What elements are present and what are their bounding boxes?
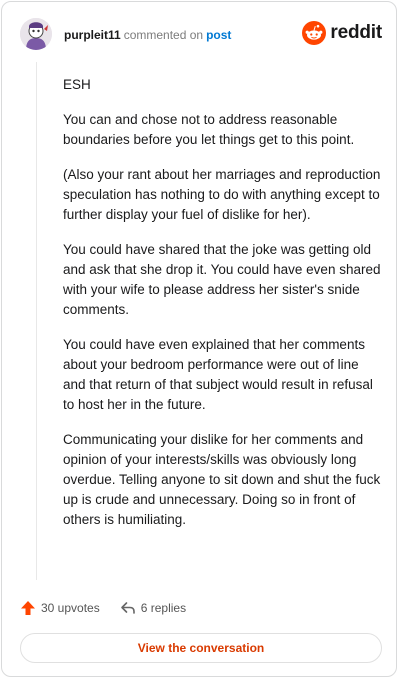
comment-meta: purpleit11 commented on post	[64, 28, 231, 42]
comment-paragraph: You can and chose not to address reasona…	[63, 112, 355, 147]
upvote-button[interactable]: 30 upvotes	[20, 600, 100, 616]
replies-button[interactable]: 6 replies	[120, 600, 186, 616]
comment-paragraph: (Also your rant about her marriages and …	[63, 167, 381, 222]
commented-on-text: commented on	[123, 28, 204, 42]
comment-paragraph: Communicating your dislike for her comme…	[63, 432, 381, 527]
comment-paragraph: You could have shared that the joke was …	[63, 242, 381, 317]
embedded-comment-card: purpleit11 commented on post reddit ESH Yo…	[1, 1, 397, 677]
reply-arrow-icon	[120, 602, 135, 614]
comment-paragraph: ESH	[63, 77, 91, 92]
snoo-avatar-icon	[20, 18, 52, 50]
comment-body: ESH You can and chose not to address rea…	[63, 75, 381, 545]
reddit-logo[interactable]: reddit	[302, 20, 382, 46]
username-link[interactable]: purpleit11	[64, 28, 121, 42]
upvote-arrow-icon	[21, 601, 35, 615]
comment-paragraph: You could have even explained that her c…	[63, 337, 373, 412]
reply-count: 6 replies	[140, 601, 187, 615]
post-link[interactable]: post	[206, 28, 231, 42]
thread-line	[36, 62, 37, 580]
reddit-wordmark: reddit	[330, 22, 382, 43]
comment-header: purpleit11 commented on post reddit	[18, 16, 382, 56]
reddit-snoo-icon	[302, 21, 327, 45]
upvote-count: 30 upvotes	[41, 601, 100, 615]
avatar[interactable]	[20, 18, 52, 50]
view-conversation-button[interactable]: View the conversation	[20, 633, 382, 663]
comment-actions: 30 upvotes 6 replies	[20, 598, 186, 618]
